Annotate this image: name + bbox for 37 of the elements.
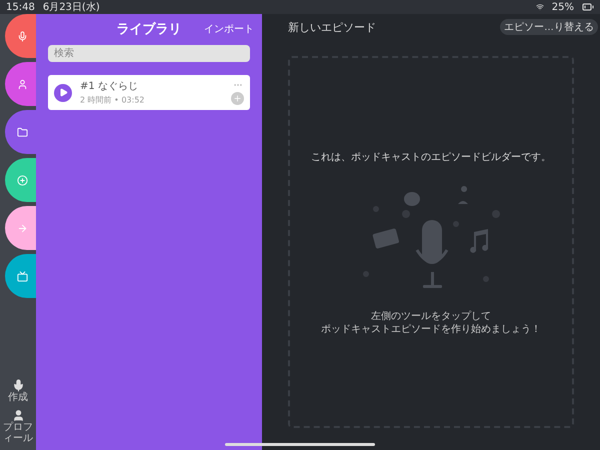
search-field[interactable]: 検索 [48, 45, 250, 62]
tool-tab[interactable] [5, 158, 36, 202]
library-title: ライブラリ [116, 20, 182, 38]
import-link[interactable]: インポート [204, 22, 254, 36]
mic-icon [12, 379, 24, 392]
wifi-icon [536, 3, 544, 11]
tool-icon [17, 270, 28, 282]
play-button[interactable] [54, 84, 72, 102]
episode-meta: 2 時間前 • 03:52 [80, 94, 146, 106]
hint-text: 左側のツールをタップして [371, 310, 491, 323]
rail-button[interactable]: 作成 [0, 379, 36, 403]
status-date: 6月23日(水) [42, 0, 100, 14]
rail-label: 作成 [7, 392, 29, 403]
plus-icon [233, 94, 242, 103]
tool-icon [17, 126, 28, 138]
tool-icon [17, 222, 28, 234]
tool-tab[interactable] [5, 14, 36, 58]
play-icon [58, 88, 68, 97]
builder-message: これは、ポッドキャストのエピソードビルダーです。 [311, 151, 551, 164]
rail-label: プロフィール [2, 422, 34, 444]
person-icon [12, 409, 24, 422]
episode-title-heading: 新しいエピソード [288, 20, 376, 34]
rail-button[interactable]: プロフィール [0, 409, 36, 444]
tool-tab[interactable] [5, 62, 36, 106]
tool-tab[interactable] [5, 206, 36, 250]
battery-icon [582, 1, 594, 13]
switch-button[interactable]: エピソー…り替える [500, 19, 598, 35]
tool-icon [17, 174, 28, 186]
battery-percent: 25% [552, 2, 574, 12]
episode-title: #1 なぐらじ [80, 80, 139, 92]
tool-tab[interactable] [5, 254, 36, 298]
hint-text: ポッドキャストエピソードを作り始めましょう！ [321, 323, 541, 336]
tool-icon [17, 30, 28, 42]
tool-icon [17, 78, 28, 90]
tool-tab[interactable] [5, 110, 36, 154]
episode-card[interactable]: #1 なぐらじ 2 時間前 • 03:52 [48, 75, 250, 110]
status-time: 15:48 [6, 2, 35, 12]
